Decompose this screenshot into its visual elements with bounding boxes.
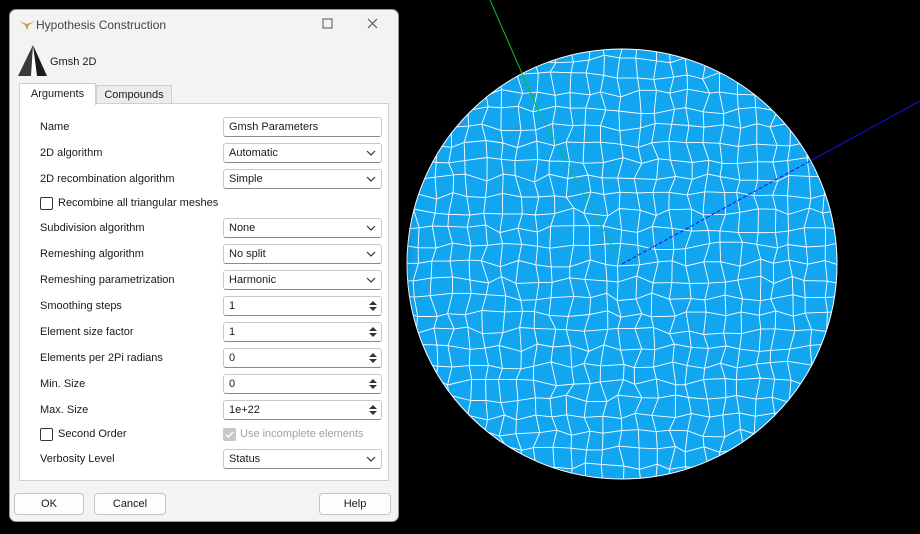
size-factor-label: Element size factor [40,326,134,338]
spin-down-icon[interactable] [367,358,379,365]
hypothesis-icon [18,45,47,76]
recomb-algo-label: 2D recombination algorithm [40,173,175,185]
spin-down-icon[interactable] [367,332,379,339]
recombine-all-label: Recombine all triangular meshes [58,197,219,209]
second-order-label: Second Order [58,428,127,440]
spin-up-icon[interactable] [367,299,379,306]
window-title: Hypothesis Construction [36,18,167,32]
chevron-down-icon [366,456,376,462]
max-size-value: 1e+22 [229,404,260,416]
per-2pi-value: 0 [229,352,236,364]
subdivision-label: Subdivision algorithm [40,222,145,234]
spin-down-icon[interactable] [367,384,379,391]
algo2d-label: 2D algorithm [40,147,103,159]
recomb-algo-value: Simple [229,173,263,185]
per-2pi-spinbox[interactable]: 0 [223,348,382,368]
verbosity-value: Status [229,453,261,465]
spin-down-icon[interactable] [367,410,379,417]
spin-arrows[interactable] [367,351,379,366]
x-axis-outside [811,100,920,161]
help-button[interactable]: Help [319,493,391,515]
size-factor-value: 1 [229,326,236,338]
max-size-spinbox[interactable]: 1e+22 [223,400,382,420]
recombine-all-checkbox[interactable] [40,197,53,210]
close-button[interactable] [359,15,389,35]
verbosity-select[interactable]: Status [223,449,382,469]
remeshing-select[interactable]: No split [223,244,382,264]
subdivision-select[interactable]: None [223,218,382,238]
app-logo-icon [19,21,35,30]
spin-up-icon[interactable] [367,351,379,358]
smoothing-spinbox[interactable]: 1 [223,296,382,316]
close-icon [367,18,378,29]
remeshing-value: No split [229,248,266,260]
min-size-label: Min. Size [40,378,86,390]
tab-compounds[interactable]: Compounds [96,85,172,104]
name-value: Gmsh Parameters [229,121,319,133]
hypothesis-dialog: Hypothesis Construction Gmsh 2D Argument… [9,9,399,522]
verbosity-label: Verbosity Level [40,453,115,465]
spin-up-icon[interactable] [367,403,379,410]
name-input[interactable]: Gmsh Parameters [223,117,382,137]
per-2pi-label: Elements per 2Pi radians [40,352,163,364]
chevron-down-icon [366,277,376,283]
smoothing-label: Smoothing steps [40,300,122,312]
spin-arrows[interactable] [367,325,379,340]
smoothing-value: 1 [229,300,236,312]
min-size-spinbox[interactable]: 0 [223,374,382,394]
chevron-down-icon [366,225,376,231]
name-label: Name [40,121,70,133]
spin-down-icon[interactable] [367,306,379,313]
hypothesis-name: Gmsh 2D [50,56,97,68]
maximize-button[interactable] [314,15,344,35]
ok-button[interactable]: OK [14,493,84,515]
spin-arrows[interactable] [367,299,379,314]
incomplete-elements-checkbox[interactable] [223,428,236,441]
cancel-button[interactable]: Cancel [94,493,166,515]
chevron-down-icon [366,251,376,257]
remesh-param-value: Harmonic [229,274,277,286]
arguments-panel: Name Gmsh Parameters 2D algorithm Automa… [19,103,389,481]
tab-arguments[interactable]: Arguments [19,83,96,105]
remeshing-label: Remeshing algorithm [40,248,144,260]
max-size-label: Max. Size [40,404,89,416]
maximize-icon [322,18,333,29]
spin-arrows[interactable] [367,403,379,418]
checkmark-icon [225,431,234,438]
title-bar[interactable]: Hypothesis Construction [10,10,398,40]
size-factor-spinbox[interactable]: 1 [223,322,382,342]
remesh-param-label: Remeshing parametrization [40,274,175,286]
algo2d-value: Automatic [229,147,278,159]
recomb-algo-select[interactable]: Simple [223,169,382,189]
min-size-value: 0 [229,378,236,390]
incomplete-elements-label: Use incomplete elements [240,428,364,440]
algo2d-select[interactable]: Automatic [223,143,382,163]
chevron-down-icon [366,176,376,182]
spin-up-icon[interactable] [367,325,379,332]
spin-arrows[interactable] [367,377,379,392]
remesh-param-select[interactable]: Harmonic [223,270,382,290]
second-order-checkbox[interactable] [40,428,53,441]
subdivision-value: None [229,222,256,234]
chevron-down-icon [366,150,376,156]
spin-up-icon[interactable] [367,377,379,384]
